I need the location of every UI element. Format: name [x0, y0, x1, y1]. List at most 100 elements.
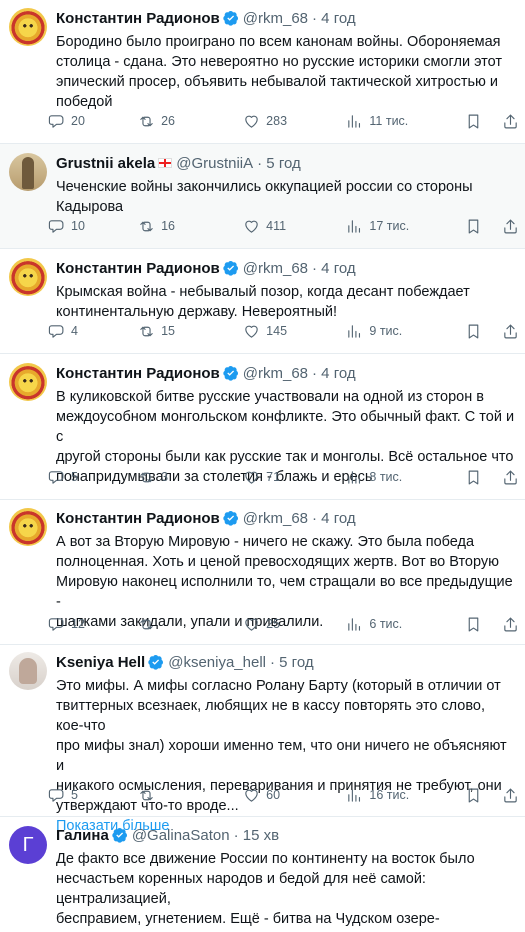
author-name[interactable]: Константин Радионов — [56, 510, 220, 527]
views-icon — [348, 219, 361, 233]
share-button[interactable] — [502, 616, 519, 633]
reply-button[interactable]: 4 — [48, 323, 138, 340]
retweet-button[interactable]: 26 — [138, 113, 243, 130]
retweet-button[interactable]: 16 — [138, 218, 243, 235]
tweet-text: Крымская война - небывалый позор, когда … — [56, 284, 470, 320]
bookmark-button[interactable] — [465, 787, 482, 804]
bookmark-icon — [468, 324, 479, 338]
avatar[interactable] — [9, 652, 47, 690]
author-name[interactable]: Константин Радионов — [56, 260, 220, 277]
author-handle[interactable]: @kseniya_hell — [168, 654, 266, 671]
views-count: 17 тис. — [369, 219, 410, 233]
bookmark-button[interactable] — [465, 616, 482, 633]
tweet-header: Grustnii akela @GrustniiA · 5 год — [56, 153, 515, 173]
views-button[interactable]: 16 тис. — [346, 787, 459, 804]
avatar[interactable] — [9, 153, 47, 191]
share-button[interactable] — [502, 323, 519, 340]
share-button[interactable] — [502, 113, 519, 130]
tweet[interactable]: Константин Радионов @rkm_68 · 4 год А во… — [0, 500, 525, 645]
share-icon — [504, 470, 517, 484]
views-button[interactable]: 6 тис. — [346, 616, 459, 633]
views-button[interactable]: 8 тис. — [346, 469, 459, 486]
like-button[interactable]: 71 — [243, 469, 346, 486]
tweet-header: Константин Радионов @rkm_68 · 4 год — [56, 258, 515, 278]
like-count: 145 — [266, 324, 288, 338]
avatar[interactable] — [9, 363, 47, 401]
retweet-button[interactable] — [138, 787, 243, 804]
tweet-time[interactable]: · 4 год — [312, 10, 356, 27]
views-button[interactable]: 17 тис. — [346, 218, 459, 235]
tweet-time[interactable]: · 5 год — [257, 155, 301, 172]
tweet-content: Kseniya Hell @kseniya_hell · 5 год Это м… — [56, 652, 515, 836]
views-count: 9 тис. — [369, 324, 403, 338]
tweet[interactable]: Константин Радионов @rkm_68 · 4 год Боро… — [0, 0, 525, 144]
retweet-count: 3 — [161, 470, 169, 484]
tweet-text: Де факто все движение России по континен… — [56, 851, 475, 932]
retweet-button[interactable]: 3 — [138, 469, 243, 486]
author-handle[interactable]: @rkm_68 — [243, 10, 308, 27]
like-button[interactable]: 283 — [243, 113, 346, 130]
avatar[interactable] — [9, 8, 47, 46]
retweet-icon — [140, 619, 153, 629]
author-handle[interactable]: @GalinaSaton — [132, 827, 230, 844]
bookmark-icon — [468, 788, 479, 802]
views-count: 6 тис. — [369, 617, 403, 631]
tweet-time[interactable]: · 4 год — [312, 510, 356, 527]
share-button[interactable] — [502, 787, 519, 804]
reply-button[interactable]: 5 — [48, 469, 138, 486]
like-button[interactable]: 411 — [243, 218, 346, 235]
avatar[interactable] — [9, 508, 47, 546]
tweet-header: Константин Радионов @rkm_68 · 4 год — [56, 508, 515, 528]
reply-button[interactable]: 12 — [48, 616, 138, 633]
retweet-icon — [140, 221, 153, 231]
tweet-actions: 4 15 145 9 тис. — [48, 321, 519, 341]
bookmark-button[interactable] — [465, 323, 482, 340]
tweet-time[interactable]: · 15 хв — [234, 827, 279, 844]
tweet[interactable]: Константин Радионов @rkm_68 · 4 год Крым… — [0, 249, 525, 354]
retweet-button[interactable] — [138, 616, 243, 633]
reply-button[interactable]: 5 — [48, 787, 138, 804]
tweet-time[interactable]: · 5 год — [270, 654, 314, 671]
tweet-time[interactable]: · 4 год — [312, 260, 356, 277]
author-name[interactable]: Kseniya Hell — [56, 654, 145, 671]
reply-button[interactable]: 20 — [48, 113, 138, 130]
tweet-feed: Константин Радионов @rkm_68 · 4 год Боро… — [0, 0, 525, 932]
tweet[interactable]: Г Галина @GalinaSaton · 15 хв Де факто в… — [0, 817, 525, 932]
tweet-actions: 20 26 283 11 тис. — [48, 111, 519, 131]
like-button[interactable]: 145 — [243, 323, 346, 340]
bookmark-button[interactable] — [465, 469, 482, 486]
author-name[interactable]: Галина — [56, 827, 109, 844]
bookmark-button[interactable] — [465, 113, 482, 130]
tweet[interactable]: Kseniya Hell @kseniya_hell · 5 год Это м… — [0, 645, 525, 834]
views-button[interactable]: 9 тис. — [346, 323, 459, 340]
tweet[interactable]: Константин Радионов @rkm_68 · 4 год В ку… — [0, 354, 525, 500]
author-handle[interactable]: @rkm_68 — [243, 510, 308, 527]
reply-count: 4 — [71, 324, 78, 338]
tweet-time[interactable]: · 4 год — [312, 365, 356, 382]
share-button[interactable] — [502, 218, 519, 235]
like-icon — [245, 115, 258, 128]
author-handle[interactable]: @rkm_68 — [243, 365, 308, 382]
author-handle[interactable]: @rkm_68 — [243, 260, 308, 277]
reply-button[interactable]: 10 — [48, 218, 138, 235]
share-icon — [504, 617, 517, 631]
retweet-count: 15 — [161, 324, 175, 338]
author-name[interactable]: Константин Радионов — [56, 10, 220, 27]
author-name[interactable]: Константин Радионов — [56, 365, 220, 382]
tweet-content: Grustnii akela @GrustniiA · 5 год Чеченс… — [56, 153, 515, 217]
views-button[interactable]: 11 тис. — [346, 113, 459, 130]
author-name[interactable]: Grustnii akela — [56, 155, 155, 172]
views-icon — [348, 114, 361, 128]
author-handle[interactable]: @GrustniiA — [176, 155, 253, 172]
like-button[interactable]: 60 — [243, 787, 346, 804]
tweet-header: Kseniya Hell @kseniya_hell · 5 год — [56, 652, 515, 672]
retweet-button[interactable]: 15 — [138, 323, 243, 340]
like-button[interactable]: 25 — [243, 616, 346, 633]
tweet-header: Галина @GalinaSaton · 15 хв — [56, 825, 515, 845]
tweet[interactable]: Grustnii akela @GrustniiA · 5 год Чеченс… — [0, 144, 525, 249]
verified-badge-icon — [223, 261, 238, 276]
avatar[interactable] — [9, 258, 47, 296]
share-button[interactable] — [502, 469, 519, 486]
avatar[interactable]: Г — [9, 826, 47, 864]
bookmark-button[interactable] — [465, 218, 482, 235]
